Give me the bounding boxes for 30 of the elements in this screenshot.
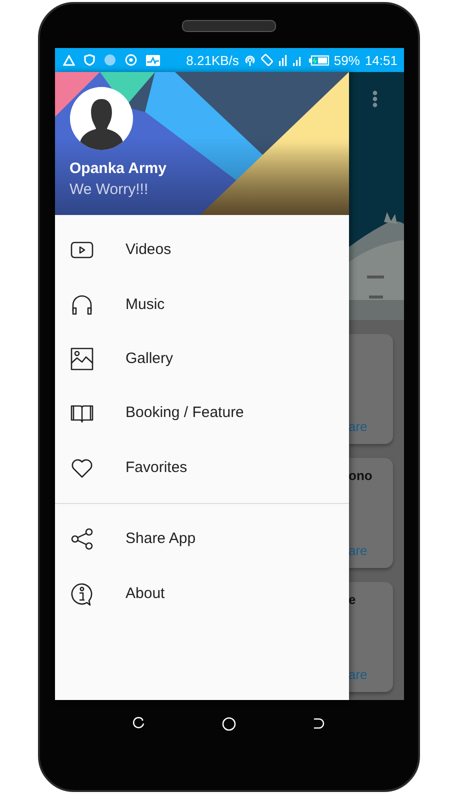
hotspot-icon bbox=[244, 54, 256, 66]
menu-item[interactable]: Gallery bbox=[54, 332, 348, 386]
target-icon bbox=[124, 54, 136, 66]
image-icon bbox=[70, 346, 94, 371]
recent-apps-icon[interactable] bbox=[132, 717, 145, 730]
menu-item[interactable]: Music bbox=[54, 277, 348, 332]
menu-item[interactable]: Share App bbox=[54, 512, 348, 566]
menu-item[interactable]: Favorites bbox=[54, 440, 348, 495]
share-icon bbox=[70, 527, 94, 552]
more-icon[interactable] bbox=[372, 90, 378, 108]
battery-percent: 59% bbox=[334, 52, 360, 68]
home-icon[interactable] bbox=[222, 717, 236, 731]
shield-icon bbox=[84, 54, 94, 66]
network-speed: 8.21KB/s bbox=[186, 52, 239, 68]
dot-icon bbox=[104, 54, 116, 66]
back-icon[interactable] bbox=[313, 717, 326, 730]
headphones-icon bbox=[70, 292, 94, 317]
user-name: Opanka Army bbox=[70, 160, 168, 177]
card-title: ono bbox=[348, 468, 372, 483]
clock: 14:51 bbox=[364, 52, 398, 68]
info-icon bbox=[70, 582, 94, 606]
menu-item[interactable]: About bbox=[54, 566, 348, 621]
battery-icon bbox=[308, 54, 329, 66]
menu-item[interactable]: Booking / Feature bbox=[54, 386, 348, 441]
activity-icon bbox=[146, 54, 160, 66]
warning-icon bbox=[62, 54, 74, 66]
card-title: e bbox=[348, 592, 356, 607]
user-subtitle: We Worry!!! bbox=[70, 181, 150, 198]
menu-item[interactable]: Videos bbox=[54, 223, 348, 278]
rotate-icon bbox=[260, 54, 273, 66]
